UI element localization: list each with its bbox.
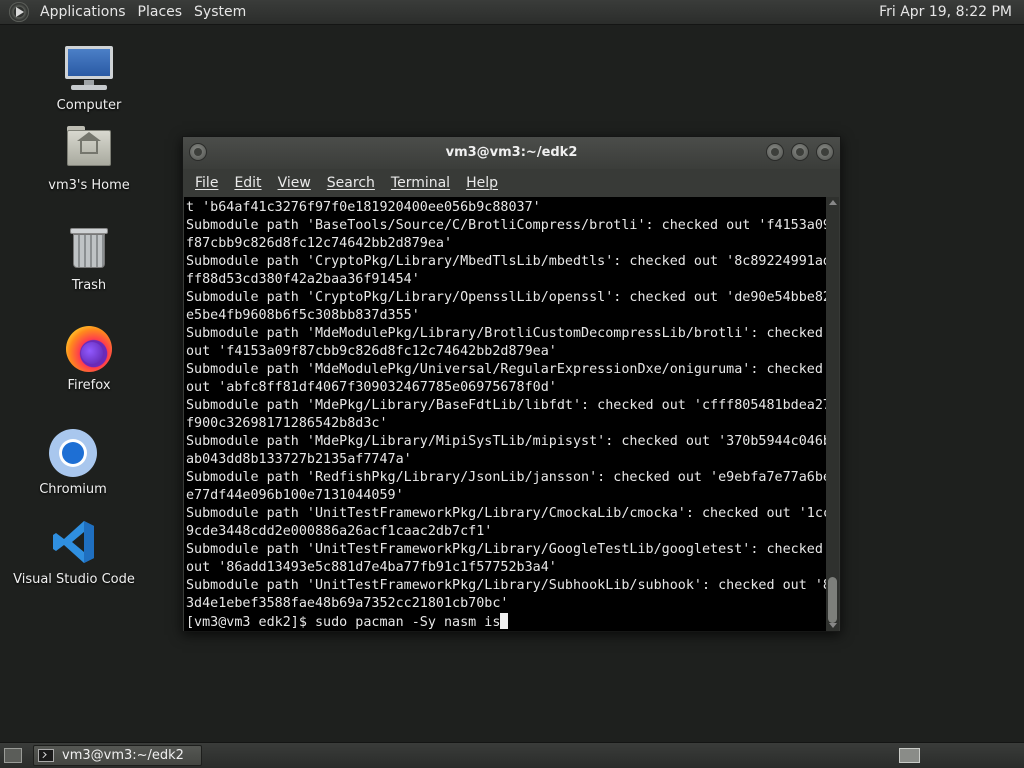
vscode-icon [9,518,139,568]
desktop-icon-label: Computer [56,98,122,113]
terminal-line: out 'abfc8ff81df4067f309032467785e069756… [186,380,557,395]
desktop-icon-label: Visual Studio Code [13,572,135,587]
taskbar-terminal-button[interactable]: vm3@vm3:~/edk2 [33,745,202,766]
terminal-line: e5be4fb9608b6f5c308bb837d355' [186,308,420,323]
terminal-line: Submodule path 'MdePkg/Library/MipiSysTL… [186,434,827,449]
system-menu[interactable]: System [188,4,252,20]
terminal-line: 3d4e1ebef3588fae48b69a7352cc21801cb70bc' [186,596,509,611]
terminal-line: f87cbb9c826d8fc12c74642bb2d879ea' [186,236,453,251]
minimize-button[interactable] [766,143,784,161]
terminal-line: 9cde3448cdd2e000886a26acf1caac2db7cf1' [186,524,493,539]
terminal-line: Submodule path 'RedfishPkg/Library/JsonL… [186,470,827,485]
terminal-menubar: File Edit View Search Terminal Help [183,169,840,197]
terminal-window[interactable]: vm3@vm3:~/edk2 File Edit View Search Ter… [182,136,841,632]
computer-icon [24,44,154,94]
bottom-panel: vm3@vm3:~/edk2 [0,742,1024,768]
terminal-line: t 'b64af41c3276f97f0e181920400ee056b9c88… [186,200,541,215]
terminal-line: ab043dd8b133727b2135af7747a' [186,452,412,467]
shell-prompt: [vm3@vm3 edk2]$ [186,615,315,630]
desktop-icon-label: Firefox [67,378,111,393]
desktop-icon-vscode[interactable]: Visual Studio Code [9,518,139,587]
workspace-switcher[interactable] [899,748,920,763]
terminal-line: ff88d53cd380f42a2baa36f91454' [186,272,420,287]
terminal-line: Submodule path 'CryptoPkg/Library/MbedTl… [186,254,827,269]
firefox-icon [24,324,154,374]
text-cursor [500,613,509,629]
terminal-line: e77df44e096b100e7131044059' [186,488,404,503]
terminal-icon [38,749,54,762]
terminal-line: Submodule path 'CryptoPkg/Library/Openss… [186,290,827,305]
terminal-line: Submodule path 'MdeModulePkg/Library/Bro… [186,326,823,341]
close-button[interactable] [816,143,834,161]
scrollbar-thumb[interactable] [828,577,837,623]
window-titlebar[interactable]: vm3@vm3:~/edk2 [183,137,840,169]
scroll-up-icon[interactable] [829,200,837,205]
desktop-icon-computer[interactable]: Computer [24,44,154,113]
desktop-icon-firefox[interactable]: Firefox [24,324,154,393]
menu-file[interactable]: File [187,175,226,191]
desktop-icon-label: vm3's Home [48,178,130,193]
clock[interactable]: Fri Apr 19, 8:22 PM [873,4,1018,20]
terminal-line: Submodule path 'UnitTestFrameworkPkg/Lib… [186,578,827,593]
desktop-icon-trash[interactable]: Trash [24,224,154,293]
terminal-scrollbar[interactable] [826,197,839,631]
terminal-line: out 'f4153a09f87cbb9c826d8fc12c74642bb2d… [186,344,557,359]
terminal-line: Submodule path 'BaseTools/Source/C/Brotl… [186,218,827,233]
command-input[interactable]: sudo pacman -Sy nasm is [315,615,500,630]
desktop-icon-label: Trash [71,278,107,293]
chromium-icon [8,428,138,478]
menu-terminal[interactable]: Terminal [383,175,458,191]
show-desktop-icon[interactable] [4,748,22,763]
menu-search[interactable]: Search [319,175,383,191]
menu-logo-icon[interactable] [9,2,29,22]
maximize-button[interactable] [791,143,809,161]
menu-edit[interactable]: Edit [226,175,269,191]
terminal-output[interactable]: t 'b64af41c3276f97f0e181920400ee056b9c88… [184,197,827,631]
desktop-icon-home[interactable]: vm3's Home [24,124,154,193]
desktop-icon-label: Chromium [39,482,107,497]
desktop-icon-chromium[interactable]: Chromium [8,428,138,497]
command-line[interactable]: [vm3@vm3 edk2]$ sudo pacman -Sy nasm is [186,613,827,631]
terminal-line: f900c32698171286542b8d3c' [186,416,388,431]
taskbar-button-label: vm3@vm3:~/edk2 [62,748,184,763]
applications-menu[interactable]: Applications [34,4,132,20]
scroll-down-icon[interactable] [829,623,837,628]
menu-help[interactable]: Help [458,175,506,191]
menu-view[interactable]: View [270,175,319,191]
terminal-line: Submodule path 'MdeModulePkg/Universal/R… [186,362,823,377]
top-panel: Applications Places System Fri Apr 19, 8… [0,0,1024,25]
terminal-line: Submodule path 'UnitTestFrameworkPkg/Lib… [186,542,823,557]
home-folder-icon [24,124,154,174]
terminal-line: out '86add13493e5c881d7e4ba77fb91c1f5775… [186,560,557,575]
terminal-line: Submodule path 'MdePkg/Library/BaseFdtLi… [186,398,827,413]
trash-icon [24,224,154,274]
terminal-line: Submodule path 'UnitTestFrameworkPkg/Lib… [186,506,827,521]
places-menu[interactable]: Places [132,4,189,20]
window-title: vm3@vm3:~/edk2 [445,145,578,160]
